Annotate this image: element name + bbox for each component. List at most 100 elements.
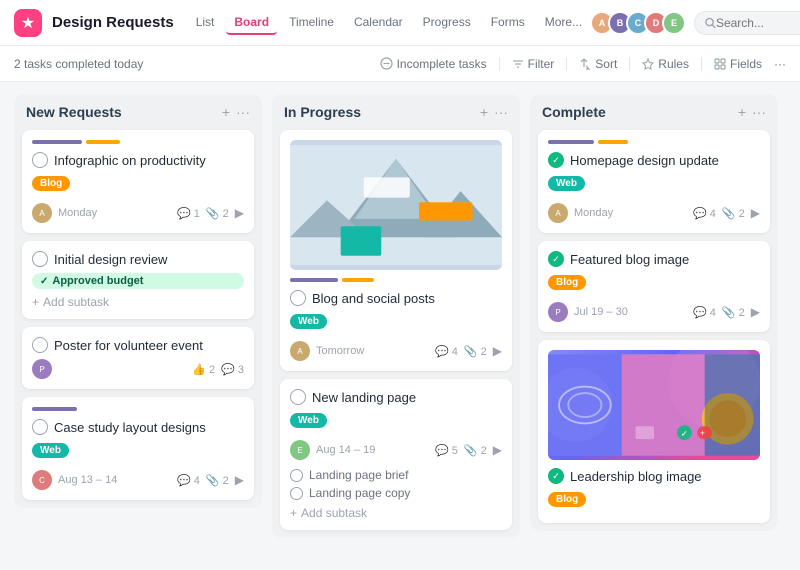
incomplete-icon <box>380 57 393 70</box>
task-check-leadership[interactable] <box>548 468 564 484</box>
svg-text:+: + <box>700 427 705 437</box>
add-card-in-progress[interactable]: + <box>480 104 488 120</box>
column-new-requests: New Requests + ··· Infographic on produc… <box>14 94 262 508</box>
nav-right: A B C D E + ? U <box>590 9 800 37</box>
column-title-complete: Complete <box>542 104 732 120</box>
color-bar-blog <box>290 278 502 282</box>
column-menu-in-progress[interactable]: ··· <box>494 104 508 120</box>
expand-featured[interactable]: ▶ <box>751 305 760 319</box>
column-menu-new-requests[interactable]: ··· <box>236 104 250 120</box>
color-bar-case-study <box>32 407 244 411</box>
card-design-review: Initial design review Approved budget + … <box>22 241 254 319</box>
tab-timeline[interactable]: Timeline <box>281 11 342 35</box>
filter-action[interactable]: Filter <box>512 57 555 71</box>
app-icon: ★ <box>14 9 42 37</box>
task-check-case[interactable] <box>32 419 48 435</box>
expand-infographic[interactable]: ▶ <box>235 206 244 220</box>
card-footer-blog: A Tomorrow 💬 4 📎 2 ▶ <box>290 341 502 361</box>
fields-action[interactable]: Fields <box>714 57 762 71</box>
mountain-svg <box>290 140 502 270</box>
card-title-leadership: Leadership blog image <box>548 468 760 484</box>
card-title-case-study: Case study layout designs <box>32 419 244 435</box>
color-bar-homepage <box>548 140 760 144</box>
expand-homepage[interactable]: ▶ <box>751 206 760 220</box>
task-check-homepage[interactable] <box>548 152 564 168</box>
search-input[interactable] <box>716 16 800 30</box>
column-body-new-requests: Infographic on productivity Blog A Monda… <box>14 126 262 508</box>
add-subtask-landing[interactable]: + Add subtask <box>290 506 502 520</box>
tag-web-landing: Web <box>290 413 327 428</box>
incomplete-tasks-filter[interactable]: Incomplete tasks <box>380 57 487 71</box>
avatar-poster: P <box>32 359 52 379</box>
sort-action[interactable]: Sort <box>579 57 617 71</box>
search-box[interactable] <box>694 11 800 35</box>
fields-icon <box>714 58 726 70</box>
tab-forms[interactable]: Forms <box>483 11 533 35</box>
expand-landing[interactable]: ▶ <box>493 443 502 457</box>
meta-poster: 👍 2 💬 3 <box>192 363 244 376</box>
search-icon <box>705 17 716 29</box>
task-check-featured[interactable] <box>548 251 564 267</box>
column-header-complete: Complete + ··· <box>530 94 778 126</box>
subtask-check-copy[interactable] <box>290 487 303 500</box>
column-header-in-progress: In Progress + ··· <box>272 94 520 126</box>
tag-web-homepage: Web <box>548 176 585 191</box>
avatar-homepage: A <box>548 203 568 223</box>
nav-tabs: List Board Timeline Calendar Progress Fo… <box>188 11 590 35</box>
tag-blog-leadership: Blog <box>548 492 586 507</box>
divider-4 <box>701 57 702 71</box>
meta-infographic: 💬 1 📎 2 <box>177 207 229 220</box>
tag-web-blog: Web <box>290 314 327 329</box>
avatar-case: C <box>32 470 52 490</box>
tab-progress[interactable]: Progress <box>415 11 479 35</box>
subtasks-landing: Landing page brief Landing page copy <box>290 466 502 502</box>
tag-web-case: Web <box>32 443 69 458</box>
card-title-blog-social: Blog and social posts <box>290 290 502 306</box>
task-check-poster[interactable] <box>32 337 48 353</box>
tab-board[interactable]: Board <box>226 11 277 35</box>
subtask-copy: Landing page copy <box>290 484 502 502</box>
sort-icon <box>579 58 591 70</box>
card-blog-social: Blog and social posts Web A Tomorrow 💬 4… <box>280 130 512 371</box>
avatar-landing: E <box>290 440 310 460</box>
add-card-complete[interactable]: + <box>738 104 746 120</box>
avatar-blog: A <box>290 341 310 361</box>
subtask-brief: Landing page brief <box>290 466 502 484</box>
tab-calendar[interactable]: Calendar <box>346 11 411 35</box>
bar-purple-blog <box>290 278 338 282</box>
add-subtask-review[interactable]: + Add subtask <box>32 295 244 309</box>
expand-blog[interactable]: ▶ <box>493 344 502 358</box>
column-title-new-requests: New Requests <box>26 104 216 120</box>
subtask-check-brief[interactable] <box>290 469 303 482</box>
card-footer-homepage: A Monday 💬 4 📎 2 ▶ <box>548 203 760 223</box>
task-check-infographic[interactable] <box>32 152 48 168</box>
date-landing: Aug 14 – 19 <box>316 444 429 456</box>
divider-1 <box>499 57 500 71</box>
avatar-infographic: A <box>32 203 52 223</box>
tab-more[interactable]: More... <box>537 11 590 35</box>
column-body-in-progress: Blog and social posts Web A Tomorrow 💬 4… <box>272 126 520 538</box>
rules-action[interactable]: Rules <box>642 57 689 71</box>
task-check-landing[interactable] <box>290 389 306 405</box>
bar-orange <box>86 140 120 144</box>
meta-featured: 💬 4 📎 2 <box>693 306 745 319</box>
date-blog: Tomorrow <box>316 345 429 357</box>
column-in-progress: In Progress + ··· <box>272 94 520 538</box>
divider-2 <box>566 57 567 71</box>
bar-purple-case <box>32 407 77 411</box>
tab-list[interactable]: List <box>188 11 223 35</box>
add-card-new-requests[interactable]: + <box>222 104 230 120</box>
bar-purple-homepage <box>548 140 594 144</box>
card-footer-poster: P 👍 2 💬 3 <box>32 359 244 379</box>
task-check-review[interactable] <box>32 251 48 267</box>
task-check-blog[interactable] <box>290 290 306 306</box>
card-homepage: Homepage design update Web A Monday 💬 4 … <box>538 130 770 233</box>
expand-case[interactable]: ▶ <box>235 473 244 487</box>
bar-orange-homepage <box>598 140 628 144</box>
card-footer-landing: E Aug 14 – 19 💬 5 📎 2 ▶ <box>290 440 502 460</box>
more-action[interactable]: ··· <box>774 57 786 71</box>
column-complete: Complete + ··· Homepage design update We… <box>530 94 778 531</box>
svg-text:✓: ✓ <box>681 428 688 438</box>
column-menu-complete[interactable]: ··· <box>752 104 766 120</box>
avatar-5: E <box>662 11 686 35</box>
